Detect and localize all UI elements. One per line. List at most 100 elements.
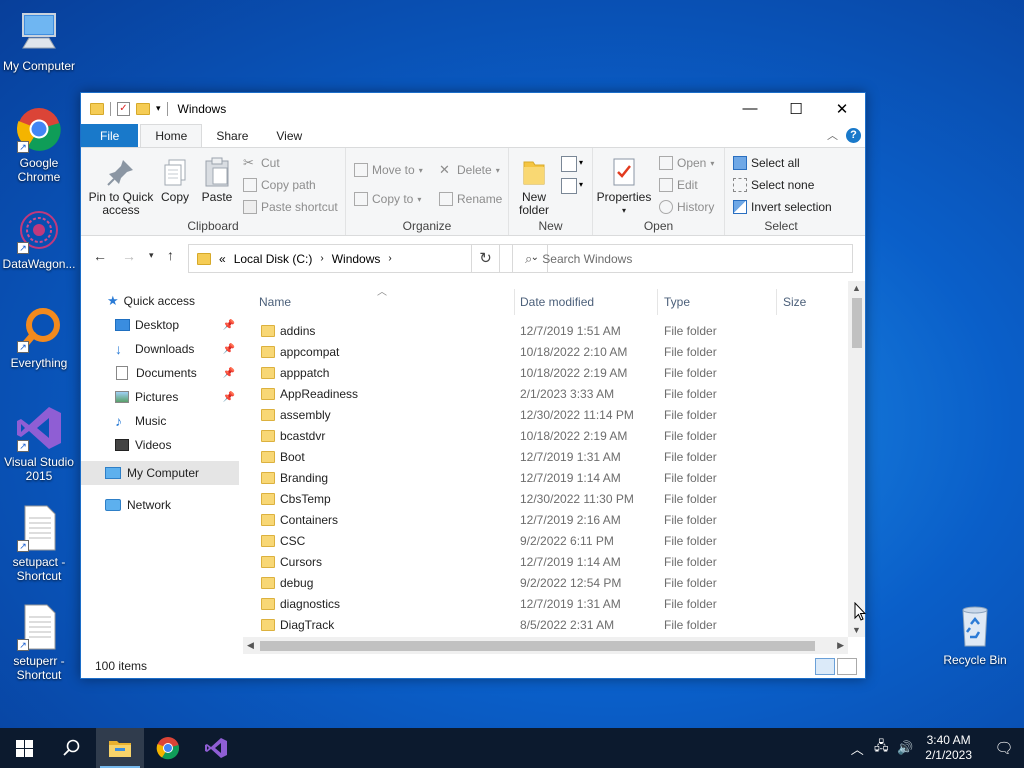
up-button[interactable]: ↑ bbox=[167, 247, 174, 263]
delete-button[interactable]: ✕ Delete ▾ bbox=[439, 163, 500, 178]
rename-button[interactable]: Rename bbox=[439, 192, 502, 206]
pin-to-quick-access-button[interactable]: Pin to Quick access bbox=[85, 156, 157, 217]
maximize-button[interactable]: ☐ bbox=[773, 93, 819, 124]
table-row[interactable]: AppReadiness 2/1/2023 3:33 AM File folder bbox=[243, 384, 843, 405]
desktop-icon-everything[interactable]: ↗ Everything bbox=[0, 305, 78, 370]
table-row[interactable]: addins 12/7/2019 1:51 AM File folder bbox=[243, 321, 843, 342]
scroll-right-icon[interactable]: ▶ bbox=[837, 640, 844, 651]
select-all-button[interactable]: Select all bbox=[733, 156, 800, 170]
nav-my-computer[interactable]: My Computer bbox=[81, 461, 239, 485]
minimize-button[interactable]: — bbox=[727, 93, 773, 124]
invert-selection-button[interactable]: Invert selection bbox=[733, 200, 832, 214]
tab-share[interactable]: Share bbox=[202, 124, 262, 147]
breadcrumb-chevron-icon[interactable]: › bbox=[388, 253, 391, 264]
properties-qat-icon[interactable]: ✓ bbox=[117, 101, 130, 116]
new-folder-qat-icon[interactable] bbox=[136, 102, 150, 115]
breadcrumb-chevron-icon[interactable]: › bbox=[320, 253, 323, 264]
action-center-icon[interactable]: 🗨 bbox=[984, 739, 1024, 757]
nav-music[interactable]: ♪ Music bbox=[81, 409, 239, 433]
desktop-icon-setuperr-shortcut[interactable]: ↗ setuperr - Shortcut bbox=[0, 603, 78, 682]
table-row[interactable]: CSC 9/2/2022 6:11 PM File folder bbox=[243, 531, 843, 552]
desktop-icon-visual-studio[interactable]: ↗ Visual Studio 2015 bbox=[0, 404, 78, 483]
vertical-scrollbar[interactable]: ▲ ▼ bbox=[848, 281, 865, 637]
horizontal-scroll-thumb[interactable] bbox=[260, 641, 815, 651]
nav-documents[interactable]: Documents 📌 bbox=[81, 361, 239, 385]
table-row[interactable]: Boot 12/7/2019 1:31 AM File folder bbox=[243, 447, 843, 468]
forward-button[interactable]: → bbox=[122, 248, 136, 264]
breadcrumb-local-disk[interactable]: Local Disk (C:) bbox=[234, 252, 313, 266]
nav-network[interactable]: Network bbox=[81, 493, 239, 517]
nav-desktop[interactable]: Desktop 📌 bbox=[81, 313, 239, 337]
show-hidden-icons-chevron-icon[interactable]: ︿ bbox=[845, 739, 869, 758]
move-to-button[interactable]: Move to ▾ bbox=[354, 163, 423, 177]
help-icon[interactable]: ? bbox=[846, 127, 861, 143]
new-item-dropdown[interactable]: ▾ bbox=[579, 158, 583, 167]
table-row[interactable]: diagnostics 12/7/2019 1:31 AM File folder bbox=[243, 594, 843, 615]
breadcrumb-overflow[interactable]: « bbox=[219, 252, 226, 266]
details-view-button[interactable] bbox=[815, 658, 835, 675]
volume-icon[interactable]: 🔊 bbox=[893, 740, 917, 756]
breadcrumb-windows[interactable]: Windows bbox=[332, 252, 381, 266]
table-row[interactable]: Cursors 12/7/2019 1:14 AM File folder bbox=[243, 552, 843, 573]
scroll-down-icon[interactable]: ▼ bbox=[852, 625, 861, 635]
refresh-button[interactable]: ↻ bbox=[471, 244, 500, 273]
scroll-up-icon[interactable]: ▲ bbox=[852, 283, 861, 293]
tab-home[interactable]: Home bbox=[140, 124, 203, 147]
open-button[interactable]: Open ▾ bbox=[659, 156, 714, 170]
start-button[interactable] bbox=[0, 728, 48, 768]
tab-file[interactable]: File bbox=[81, 124, 139, 147]
scroll-left-icon[interactable]: ◀ bbox=[247, 640, 254, 651]
history-button[interactable]: History bbox=[659, 200, 714, 214]
paste-button[interactable]: Paste bbox=[199, 156, 235, 204]
search-button[interactable] bbox=[48, 728, 96, 768]
recent-locations-dropdown[interactable]: ▾ bbox=[149, 250, 154, 261]
collapse-ribbon-icon[interactable]: ︿ bbox=[827, 127, 838, 143]
table-row[interactable]: Containers 12/7/2019 2:16 AM File folder bbox=[243, 510, 843, 531]
cut-button[interactable]: ✂ Cut bbox=[243, 156, 280, 171]
table-row[interactable]: CbsTemp 12/30/2022 11:30 PM File folder bbox=[243, 489, 843, 510]
network-status-icon[interactable]: 🖧 bbox=[869, 737, 893, 759]
desktop-icon-setupact-shortcut[interactable]: ↗ setupact - Shortcut bbox=[0, 504, 78, 583]
large-icons-view-button[interactable] bbox=[837, 658, 857, 675]
table-row[interactable]: bcastdvr 10/18/2022 2:19 AM File folder bbox=[243, 426, 843, 447]
table-row[interactable]: DiagTrack 8/5/2022 2:31 AM File folder bbox=[243, 615, 843, 636]
nav-label: Downloads bbox=[135, 342, 195, 356]
new-item-icon[interactable] bbox=[561, 156, 577, 172]
paste-shortcut-button[interactable]: Paste shortcut bbox=[243, 200, 338, 214]
table-row[interactable]: assembly 12/30/2022 11:14 PM File folder bbox=[243, 405, 843, 426]
edit-button[interactable]: Edit bbox=[659, 178, 698, 192]
desktop-icon-google-chrome[interactable]: ↗ Google Chrome bbox=[0, 105, 78, 184]
tab-view[interactable]: View bbox=[262, 124, 316, 147]
clock[interactable]: 3:40 AM 2/1/2023 bbox=[917, 733, 984, 763]
copy-path-button[interactable]: Copy path bbox=[243, 178, 316, 192]
table-row[interactable]: debug 9/2/2022 12:54 PM File folder bbox=[243, 573, 843, 594]
copy-to-button[interactable]: Copy to ▾ bbox=[354, 192, 421, 206]
taskbar-file-explorer[interactable] bbox=[96, 728, 144, 768]
nav-pictures[interactable]: Pictures 📌 bbox=[81, 385, 239, 409]
horizontal-scrollbar[interactable]: ◀ ▶ bbox=[243, 637, 848, 654]
customize-qat-dropdown[interactable]: ▾ bbox=[156, 103, 161, 114]
taskbar-chrome[interactable] bbox=[144, 728, 192, 768]
properties-button[interactable]: Properties ▾ bbox=[595, 156, 653, 217]
table-row[interactable]: appcompat 10/18/2022 2:10 AM File folder bbox=[243, 342, 843, 363]
nav-videos[interactable]: Videos bbox=[81, 433, 239, 457]
nav-downloads[interactable]: ↓ Downloads 📌 bbox=[81, 337, 239, 361]
search-box[interactable]: ⌕ Search Windows bbox=[512, 244, 853, 273]
easy-access-dropdown[interactable]: ▾ bbox=[579, 180, 583, 189]
copy-button[interactable]: Copy bbox=[159, 156, 191, 204]
new-folder-button[interactable]: New folder bbox=[513, 156, 555, 217]
easy-access-icon[interactable] bbox=[561, 178, 577, 194]
table-row[interactable]: Branding 12/7/2019 1:14 AM File folder bbox=[243, 468, 843, 489]
close-button[interactable]: ✕ bbox=[819, 93, 865, 124]
taskbar-visual-studio[interactable] bbox=[192, 728, 240, 768]
desktop-icon-recycle-bin[interactable]: Recycle Bin bbox=[936, 602, 1014, 667]
properties-dropdown[interactable]: ▾ bbox=[595, 204, 653, 217]
vertical-scroll-thumb[interactable] bbox=[852, 298, 862, 348]
title-bar[interactable]: ✓ ▾ Windows — ☐ ✕ bbox=[81, 93, 865, 124]
table-row[interactable]: apppatch 10/18/2022 2:19 AM File folder bbox=[243, 363, 843, 384]
select-none-button[interactable]: Select none bbox=[733, 178, 814, 192]
nav-quick-access[interactable]: ★ Quick access bbox=[81, 289, 239, 313]
desktop-icon-datawagon[interactable]: ↗ DataWagon... bbox=[0, 206, 78, 271]
desktop-icon-my-computer[interactable]: My Computer bbox=[0, 8, 78, 73]
back-button[interactable]: ← bbox=[93, 248, 107, 264]
